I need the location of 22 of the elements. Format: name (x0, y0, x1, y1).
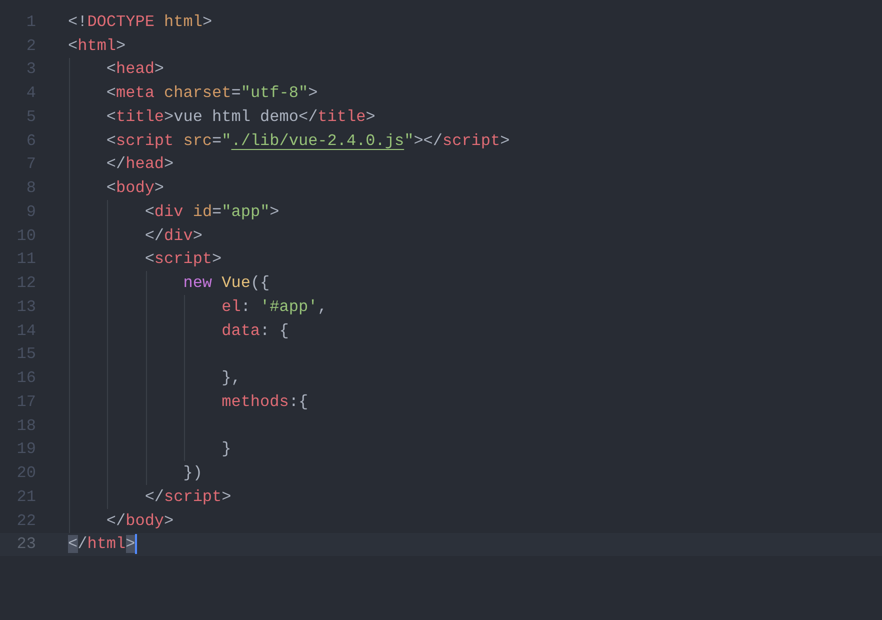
code-line: <head> (105, 61, 164, 78)
code-line: }) (182, 465, 202, 482)
code-line: methods:{ (220, 394, 308, 410)
code-line: new Vue({ (182, 275, 270, 292)
code-line: <body> (105, 180, 164, 196)
code-line: } (220, 441, 232, 458)
text-cursor (135, 534, 138, 554)
code-line: </div> (144, 228, 202, 244)
code-line: </html> (68, 536, 136, 552)
code-line: </script> (144, 488, 232, 505)
code-line: data: { (220, 322, 289, 339)
code-line: }, (220, 370, 241, 386)
code-line: <title>vue html demo</title> (105, 108, 376, 125)
code-line: <meta charset="utf-8"> (105, 85, 318, 102)
code-line: <script> (144, 251, 222, 268)
code-line: </head> (105, 156, 174, 172)
code-line: </body> (105, 512, 174, 529)
code-line: <html> (68, 38, 126, 54)
code-line: <script src="./lib/vue-2.4.0.js"></script> (105, 132, 510, 149)
code-line: <!DOCTYPE html> (68, 14, 212, 30)
code-line: <div id="app"> (144, 204, 280, 220)
code-line: el: '#app', (220, 298, 328, 315)
